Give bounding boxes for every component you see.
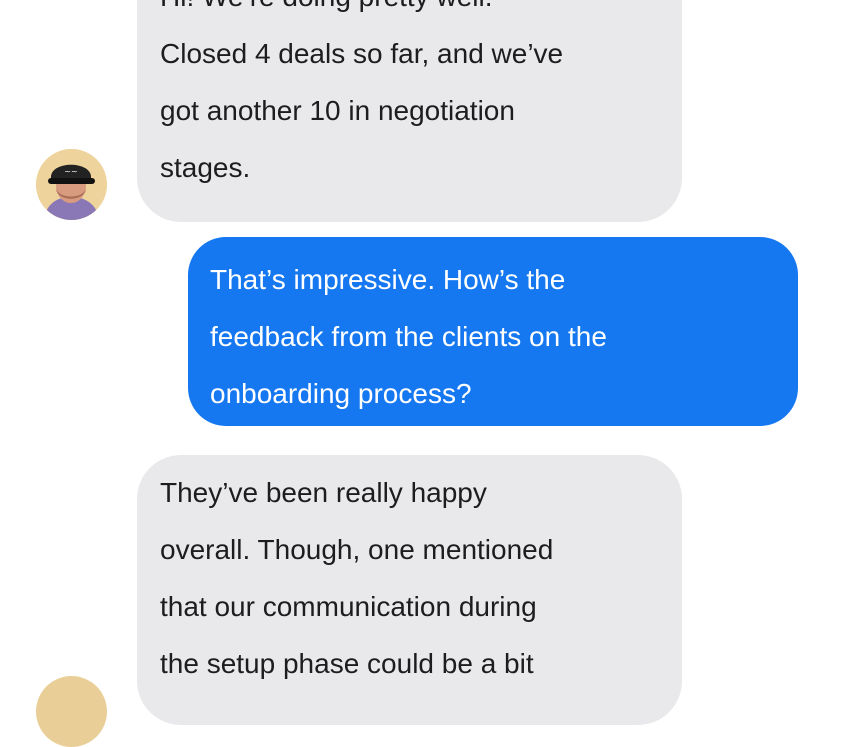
contact-avatar[interactable] xyxy=(36,676,107,747)
incoming-message-bubble: Hi! We’re doing pretty well. Closed 4 de… xyxy=(137,0,682,222)
contact-avatar[interactable]: ~~ xyxy=(36,149,107,220)
svg-text:~~: ~~ xyxy=(64,167,77,176)
avatar-icon: ~~ xyxy=(36,149,107,220)
outgoing-message-bubble: That’s impressive. How’s the feedback fr… xyxy=(188,237,798,426)
incoming-message-bubble: They’ve been really happy overall. Thoug… xyxy=(137,455,682,725)
